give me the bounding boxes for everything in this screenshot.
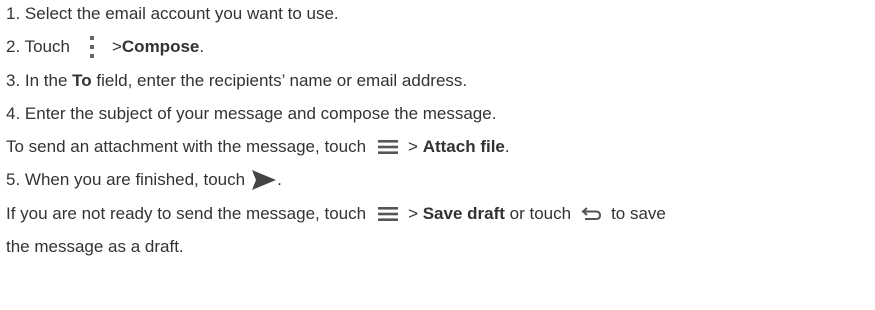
step-4-text: 4. Enter the subject of your message and… — [6, 104, 497, 123]
back-icon — [581, 207, 602, 221]
step-2: 2. Touch > Compose . — [6, 34, 204, 60]
draft-post: to save — [611, 204, 666, 223]
menu-icon — [378, 206, 399, 222]
attach-file-label: Attach file — [422, 137, 505, 156]
step-3-to: To — [72, 71, 92, 90]
save-draft-label: Save draft — [422, 204, 505, 223]
step-5-end: . — [277, 170, 282, 189]
draft-mid: or touch — [504, 204, 572, 223]
step-2-compose: Compose — [121, 37, 200, 56]
draft-note-cont: the message as a draft. — [6, 234, 184, 260]
menu-icon — [378, 139, 399, 155]
draft-line-2: the message as a draft. — [6, 237, 184, 256]
attach-note: To send an attachment with the message, … — [6, 134, 510, 160]
draft-pre: If you are not ready to send the message… — [6, 204, 367, 223]
step-1-text: 1. Select the email account you want to … — [6, 4, 339, 23]
step-2-gt: > — [111, 37, 122, 56]
step-2-text: 2. Touch — [6, 37, 70, 56]
attach-pre: To send an attachment with the message, … — [6, 137, 367, 156]
step-3-post: field, enter the recipients’ name or ema… — [91, 71, 468, 90]
step-1: 1. Select the email account you want to … — [6, 1, 339, 27]
send-icon — [251, 169, 277, 191]
step-4: 4. Enter the subject of your message and… — [6, 101, 496, 127]
draft-note: If you are not ready to send the message… — [6, 201, 666, 227]
draft-gt: > — [408, 204, 423, 223]
step-5-pre: 5. When you are finished, touch — [6, 170, 246, 189]
step-3: 3. In the To field, enter the recipients… — [6, 68, 467, 94]
step-2-end: . — [199, 37, 205, 56]
attach-gt: > — [408, 137, 423, 156]
instructions: 1. Select the email account you want to … — [0, 0, 875, 310]
step-5: 5. When you are finished, touch . — [6, 167, 282, 193]
attach-end: . — [504, 137, 510, 156]
overflow-menu-icon — [88, 35, 96, 59]
step-3-pre: 3. In the — [6, 71, 73, 90]
